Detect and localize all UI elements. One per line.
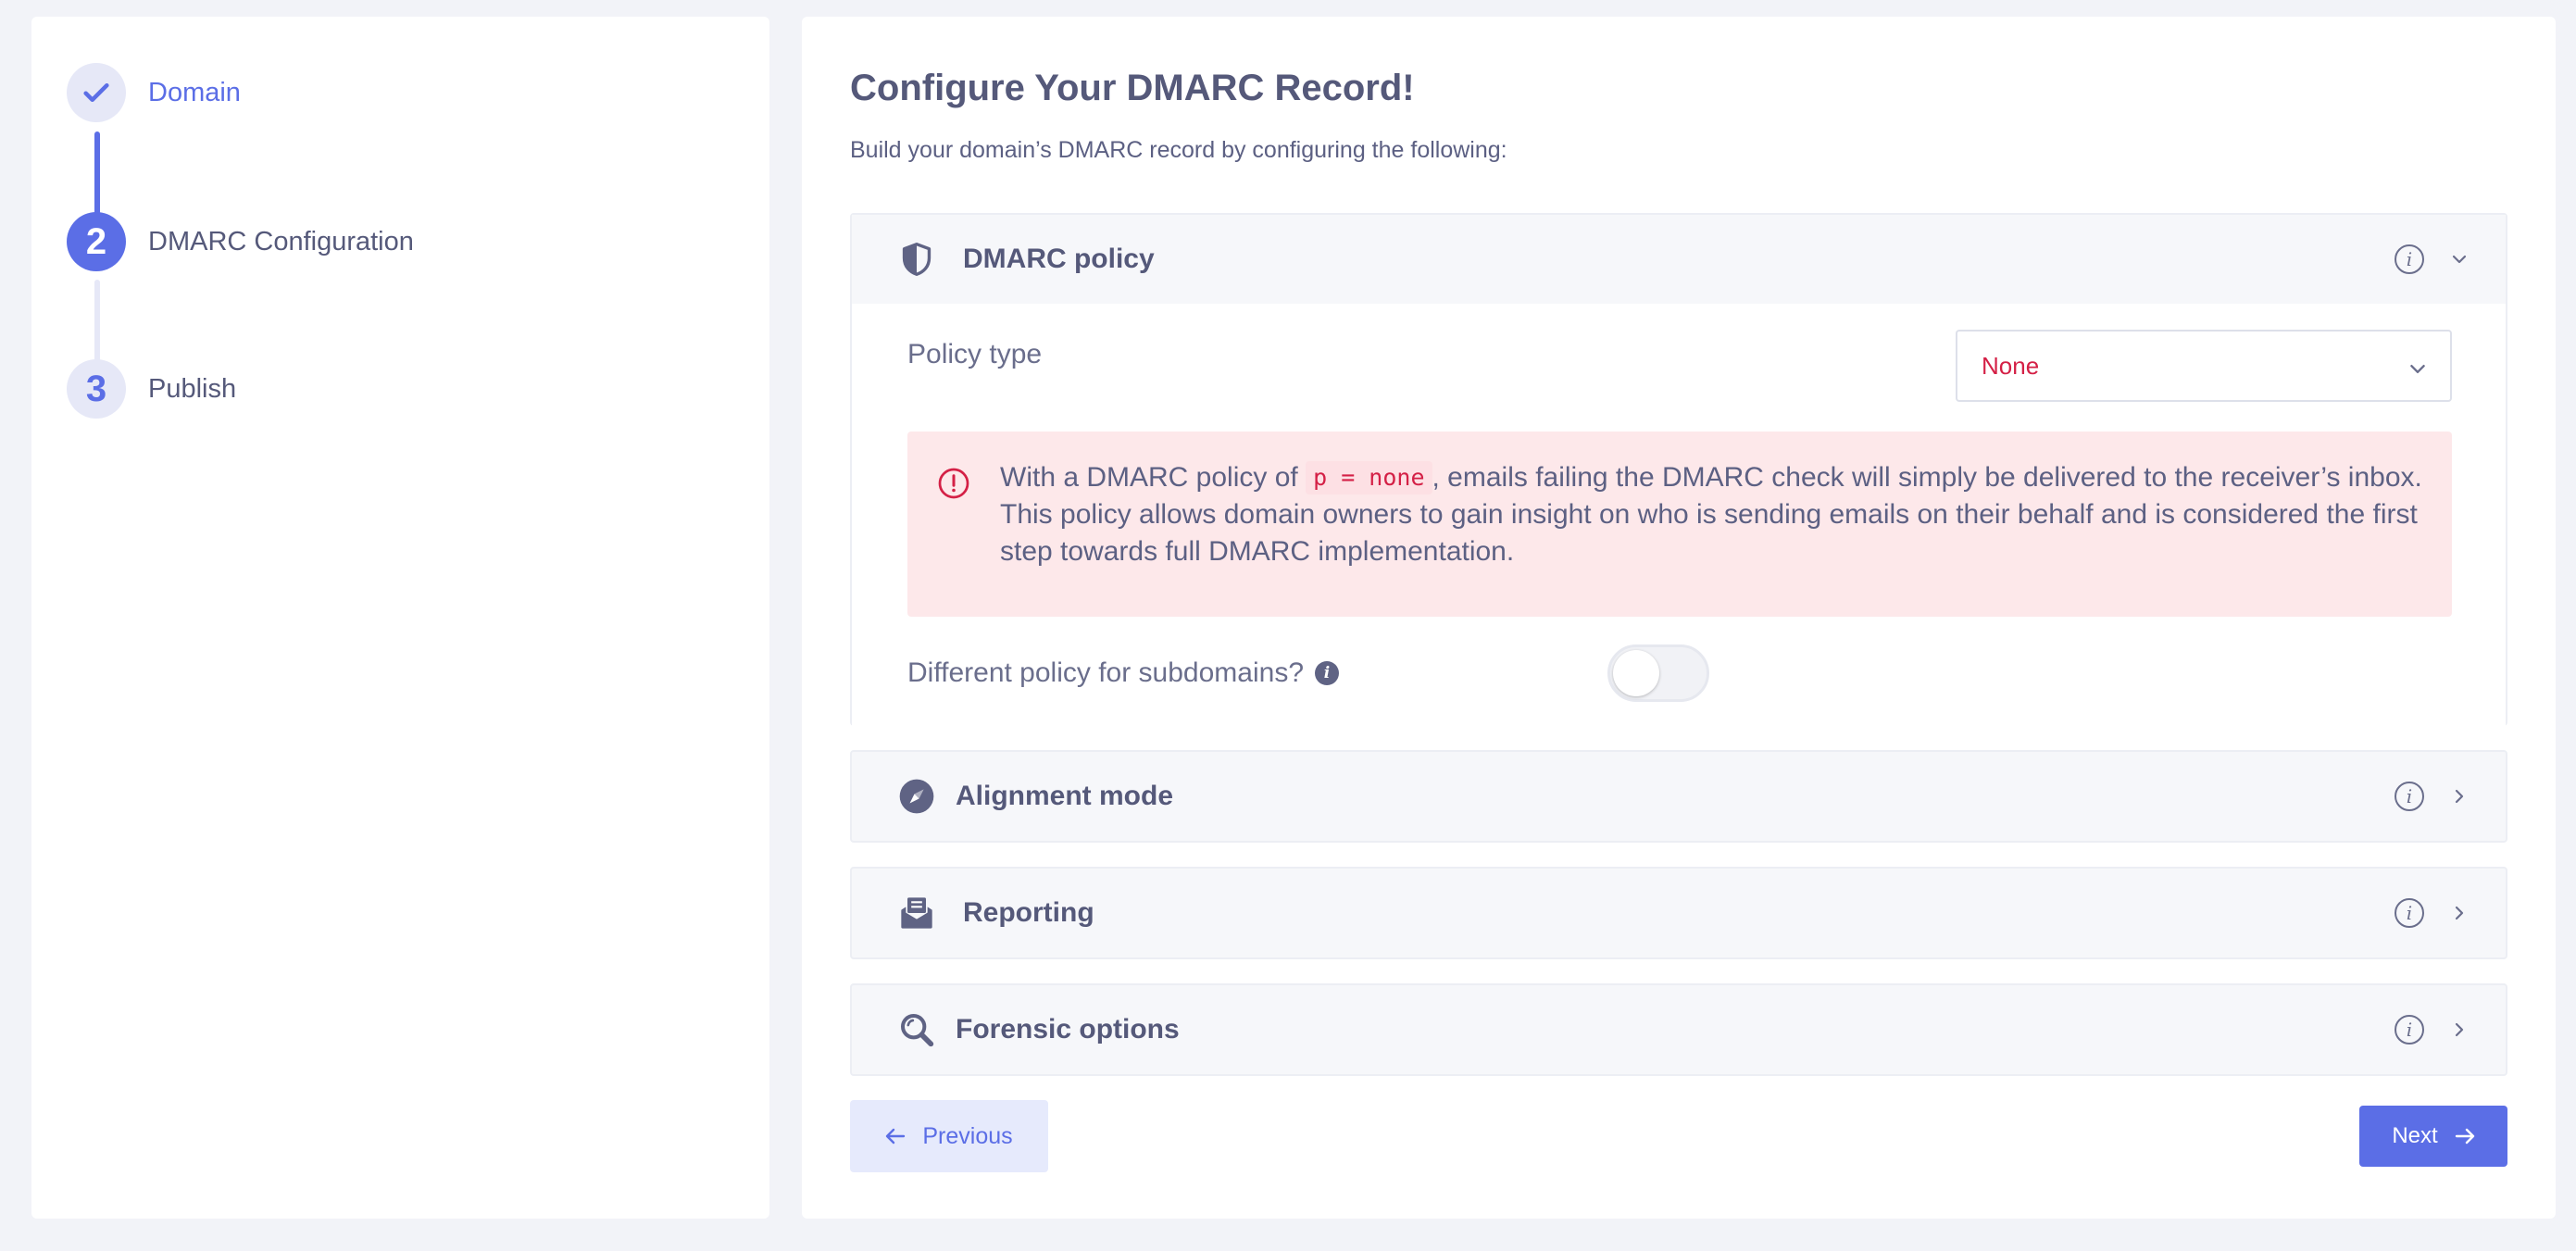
- next-button[interactable]: Next: [2359, 1106, 2507, 1167]
- compass-icon: [898, 778, 935, 815]
- forensic-options-title: Forensic options: [956, 1014, 1180, 1045]
- dmarc-policy-header[interactable]: DMARC policy i: [852, 215, 2506, 304]
- dmarc-policy-body: Policy type None With a DMARC policy of …: [852, 304, 2506, 726]
- step-number: 2: [67, 212, 126, 271]
- policy-type-label: Policy type: [907, 339, 1043, 369]
- envelope-open-icon: [898, 894, 935, 932]
- stepper-sidebar: Domain 2 DMARC Configuration 3 Publish: [31, 17, 769, 1219]
- previous-label: Previous: [922, 1122, 1013, 1149]
- step-dmarc-configuration[interactable]: 2 DMARC Configuration: [67, 212, 414, 271]
- forensic-options-panel[interactable]: Forensic options i: [850, 983, 2507, 1076]
- policy-type-select[interactable]: None: [1956, 330, 2452, 402]
- alignment-mode-header[interactable]: Alignment mode i: [852, 752, 2506, 841]
- step-label-publish: Publish: [148, 373, 237, 404]
- magnifier-icon: [898, 1011, 935, 1048]
- subdomain-policy-toggle[interactable]: [1607, 644, 1709, 702]
- policy-alert-text: With a DMARC policy of p = none, emails …: [1000, 461, 2422, 567]
- step-domain[interactable]: Domain: [67, 63, 241, 122]
- chevron-down-icon: [2409, 352, 2426, 381]
- page-title: Configure Your DMARC Record!: [850, 68, 1415, 108]
- info-icon[interactable]: i: [2395, 244, 2424, 274]
- arrow-right-icon: [2455, 1128, 2475, 1145]
- page-subtitle: Build your domain’s DMARC record by conf…: [850, 137, 1507, 163]
- shield-icon: [898, 241, 935, 278]
- dmarc-policy-title: DMARC policy: [963, 244, 1155, 274]
- reporting-header[interactable]: Reporting i: [852, 869, 2506, 957]
- policy-type-value: None: [1982, 351, 2040, 380]
- next-label: Next: [2392, 1123, 2438, 1148]
- toggle-knob: [1613, 650, 1659, 696]
- step-label-domain: Domain: [148, 77, 241, 107]
- alignment-mode-panel[interactable]: Alignment mode i: [850, 750, 2507, 843]
- reporting-title: Reporting: [963, 897, 1094, 928]
- chevron-right-icon[interactable]: [2450, 787, 2469, 806]
- forensic-options-header[interactable]: Forensic options i: [852, 985, 2506, 1074]
- policy-alert: With a DMARC policy of p = none, emails …: [907, 432, 2452, 617]
- previous-button[interactable]: Previous: [850, 1100, 1048, 1172]
- step-number: 3: [67, 359, 126, 419]
- dmarc-policy-panel: DMARC policy i Policy type None With a D…: [850, 213, 2507, 726]
- chevron-right-icon[interactable]: [2450, 904, 2469, 922]
- info-icon[interactable]: i: [2395, 1015, 2424, 1045]
- info-icon[interactable]: i: [2395, 782, 2424, 811]
- arrow-left-icon: [885, 1128, 906, 1145]
- info-icon[interactable]: i: [1315, 661, 1339, 685]
- step-connector-1: [94, 131, 100, 222]
- step-connector-2: [94, 280, 100, 369]
- subdomain-policy-label: Different policy for subdomains? i: [907, 657, 1339, 689]
- chevron-right-icon[interactable]: [2450, 1020, 2469, 1039]
- step-check-icon: [67, 63, 126, 122]
- policy-code: p = none: [1306, 461, 1432, 494]
- alignment-mode-title: Alignment mode: [956, 781, 1174, 811]
- step-publish[interactable]: 3 Publish: [67, 359, 236, 419]
- main-content: Configure Your DMARC Record! Build your …: [802, 17, 2556, 1219]
- chevron-down-icon[interactable]: [2450, 250, 2469, 269]
- info-icon[interactable]: i: [2395, 898, 2424, 928]
- alert-circle-icon: [937, 467, 970, 505]
- step-label-dmarc-configuration: DMARC Configuration: [148, 226, 414, 256]
- reporting-panel[interactable]: Reporting i: [850, 867, 2507, 959]
